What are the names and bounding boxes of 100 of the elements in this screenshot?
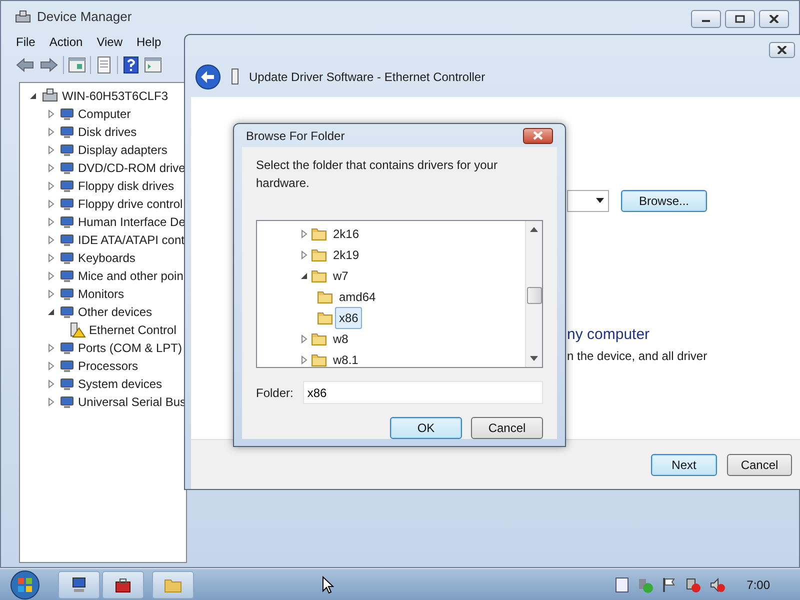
device-icon [59, 124, 75, 140]
tree-item[interactable]: w7 [329, 264, 352, 286]
tree-item[interactable]: w8 [329, 328, 352, 350]
close-button[interactable] [759, 10, 789, 28]
taskbar-button[interactable] [58, 570, 100, 598]
folder-field[interactable]: x86 [303, 381, 543, 404]
path-dropdown[interactable] [567, 190, 609, 212]
collapsed-arrow-icon[interactable] [46, 109, 56, 119]
tree-item[interactable]: Floppy drive control [78, 195, 183, 213]
tree-item[interactable]: Other devices [78, 303, 152, 321]
speaker-muted-icon[interactable] [708, 576, 725, 592]
next-button[interactable]: Next [651, 454, 717, 476]
close-icon [777, 46, 787, 54]
device-icon [59, 232, 75, 248]
toolbox-icon [114, 576, 132, 594]
field-label: Folder: [256, 384, 294, 402]
document-icon[interactable] [95, 56, 113, 74]
collapsed-arrow-icon[interactable] [299, 354, 309, 364]
expanded-arrow-icon[interactable] [46, 307, 56, 317]
expanded-arrow-icon[interactable] [28, 91, 38, 101]
tree-item[interactable]: IDE ATA/ATAPI cont [78, 231, 184, 249]
tree-item[interactable]: Keyboards [78, 249, 136, 267]
collapsed-arrow-icon[interactable] [46, 217, 56, 227]
tree-item[interactable]: Processors [78, 357, 138, 375]
menu-item[interactable]: File [9, 33, 42, 51]
back-button-icon[interactable] [195, 64, 221, 90]
option-description: n the device, and all driver [567, 348, 708, 364]
tree-item[interactable]: Monitors [78, 285, 124, 303]
collapsed-arrow-icon[interactable] [46, 235, 56, 245]
folder-icon [311, 330, 327, 346]
computer-icon [70, 576, 88, 594]
scroll-up-icon[interactable] [530, 227, 538, 232]
ok-button[interactable]: OK [390, 417, 462, 439]
cancel-button[interactable]: Cancel [727, 454, 792, 476]
collapsed-arrow-icon[interactable] [46, 163, 56, 173]
tree-item[interactable]: 2k16 [329, 222, 364, 244]
tree-item[interactable]: DVD/CD-ROM drive [78, 159, 186, 177]
folder-icon [311, 226, 327, 242]
tree-item[interactable]: WIN-60H53T6CLF3 [62, 87, 168, 105]
collapsed-arrow-icon[interactable] [46, 397, 56, 407]
forward-arrow-icon[interactable] [39, 56, 59, 74]
collapsed-arrow-icon[interactable] [46, 289, 56, 299]
collapsed-arrow-icon[interactable] [46, 127, 56, 137]
option-heading[interactable]: ny computer [567, 324, 800, 346]
minimize-button[interactable] [691, 10, 721, 28]
close-icon [532, 131, 544, 140]
back-arrow-icon[interactable] [15, 56, 35, 74]
close-button[interactable] [523, 128, 553, 144]
computer-icon [41, 88, 59, 104]
tree-item[interactable]: Mice and other poin [78, 267, 184, 285]
properties-pane-icon[interactable] [68, 56, 86, 74]
tree-item[interactable]: Ports (COM & LPT) [78, 339, 182, 357]
device-icon [59, 250, 75, 266]
device-icon [59, 160, 75, 176]
maximize-button[interactable] [725, 10, 755, 28]
taskbar-button[interactable] [102, 570, 144, 598]
device-icon [59, 286, 75, 302]
collapsed-arrow-icon[interactable] [46, 361, 56, 371]
tree-item[interactable]: System devices [78, 375, 162, 393]
clock-text: 7:00 [746, 576, 770, 594]
device-icon [59, 268, 75, 284]
network-adapter-icon [229, 68, 241, 86]
tree-item[interactable]: x86 [335, 306, 362, 328]
scroll-thumb[interactable] [527, 287, 542, 304]
dialog-title: Update Driver Software - Ethernet Controller [249, 69, 486, 86]
menu-item[interactable]: Help [130, 33, 168, 51]
collapsed-arrow-icon[interactable] [46, 181, 56, 191]
document-icon[interactable] [614, 576, 629, 592]
scrollbar[interactable] [525, 221, 542, 367]
collapsed-arrow-icon[interactable] [299, 334, 309, 344]
collapsed-arrow-icon[interactable] [46, 199, 56, 209]
device-manager-icon [15, 8, 31, 24]
tree-item[interactable]: Floppy disk drives [78, 177, 174, 195]
expanded-arrow-icon[interactable] [299, 270, 309, 280]
collapsed-arrow-icon[interactable] [46, 379, 56, 389]
menu-item[interactable]: Action [42, 33, 90, 51]
collapsed-arrow-icon[interactable] [299, 250, 309, 260]
collapsed-arrow-icon[interactable] [46, 145, 56, 155]
collapsed-arrow-icon[interactable] [46, 343, 56, 353]
dropdown-arrow-icon [596, 198, 604, 204]
collapsed-arrow-icon[interactable] [299, 228, 309, 238]
cancel-button[interactable]: Cancel [471, 417, 543, 439]
tree-item[interactable]: Ethernet Control [89, 321, 176, 339]
device-icon [59, 358, 75, 374]
pane-icon[interactable] [144, 56, 162, 74]
tree-item[interactable]: Computer [78, 105, 131, 123]
close-button[interactable] [769, 42, 795, 58]
help-icon[interactable] [122, 56, 140, 74]
instruction-text: Select the folder that contains drivers for your hardware. [256, 157, 498, 192]
menu-item[interactable]: View [90, 33, 130, 51]
tree-item[interactable]: Disk drives [78, 123, 137, 141]
tree-item[interactable]: w8.1 [329, 348, 362, 367]
tree-item[interactable]: 2k19 [329, 244, 364, 266]
browse-button[interactable]: Browse... [621, 190, 707, 212]
tree-item[interactable]: amd64 [335, 286, 380, 308]
tree-item[interactable]: Display adapters [78, 141, 168, 159]
collapsed-arrow-icon[interactable] [46, 253, 56, 263]
collapsed-arrow-icon[interactable] [46, 271, 56, 281]
flag-icon[interactable] [660, 576, 677, 592]
scroll-down-icon[interactable] [530, 356, 538, 361]
